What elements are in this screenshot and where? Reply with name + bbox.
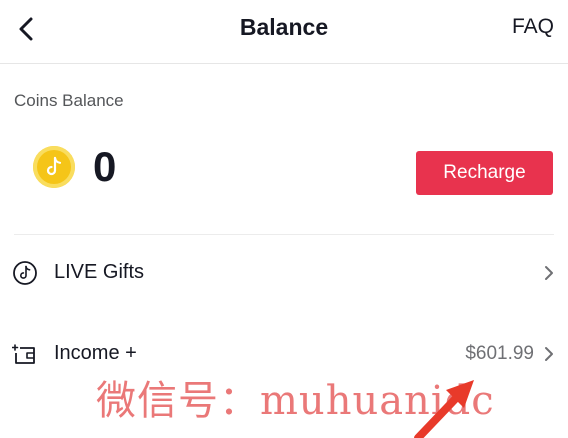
- header-bar: Balance FAQ: [0, 0, 568, 64]
- income-value: $601.99: [465, 343, 534, 364]
- tiktok-coin-icon: [33, 146, 75, 188]
- live-gifts-row[interactable]: LIVE Gifts: [0, 247, 568, 299]
- chevron-right-icon: [542, 344, 556, 364]
- recharge-button[interactable]: Recharge: [416, 151, 553, 195]
- coins-balance-label: Coins Balance: [14, 91, 124, 110]
- income-label: Income +: [54, 342, 137, 364]
- coins-balance-value: 0: [93, 143, 117, 190]
- section-divider: [14, 234, 554, 235]
- live-gift-icon: [12, 260, 38, 286]
- live-gifts-label: LIVE Gifts: [54, 261, 145, 283]
- wallet-icon: [11, 341, 38, 367]
- chevron-right-icon: [542, 263, 556, 283]
- faq-link[interactable]: FAQ: [512, 15, 554, 39]
- page-title: Balance: [239, 14, 329, 40]
- red-arrow-icon: [414, 380, 474, 438]
